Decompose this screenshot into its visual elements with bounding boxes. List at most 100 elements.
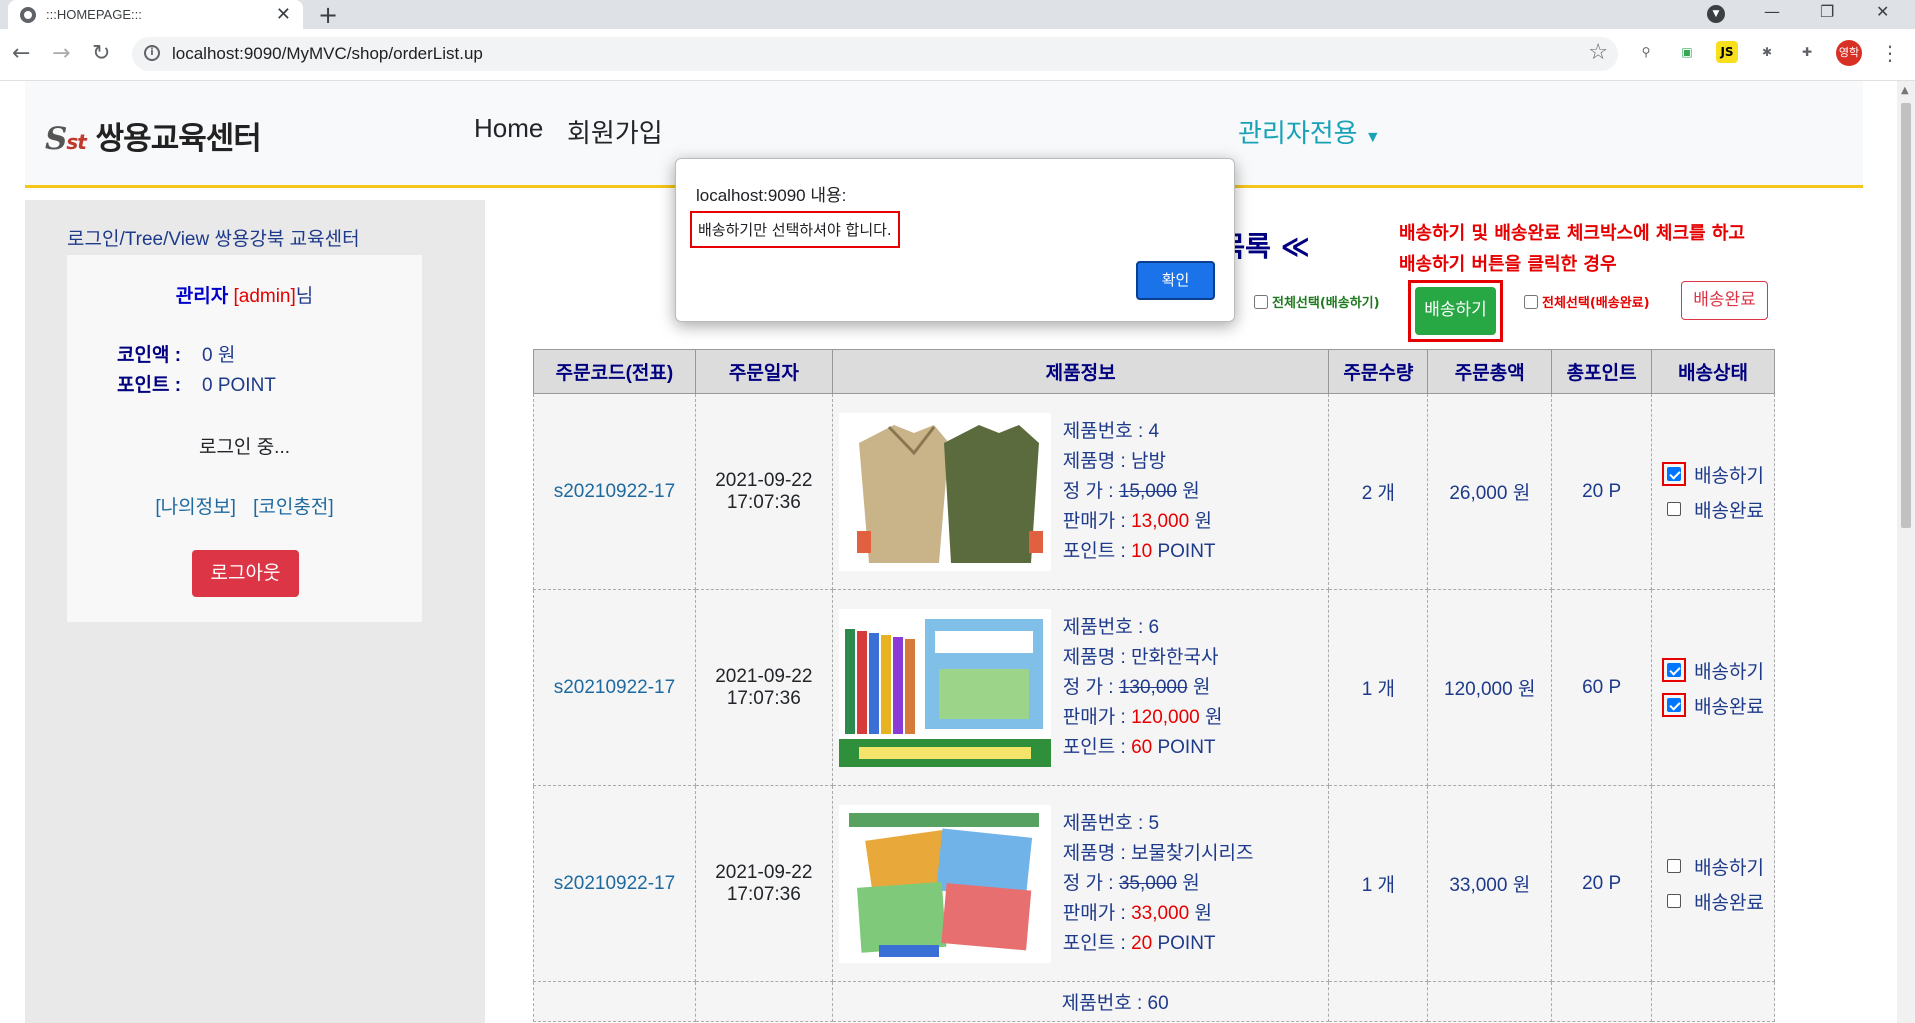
minimize-icon[interactable]: — (1764, 2, 1780, 21)
extensions-puzzle-icon[interactable]: ✚ (1796, 41, 1818, 63)
bookmark-star-icon[interactable]: ☆ (1588, 40, 1608, 65)
delivered-checkbox[interactable] (1667, 502, 1682, 516)
browser-tab[interactable]: :::HOMEPAGE::: ✕ (8, 0, 303, 29)
site-info-icon[interactable]: i (144, 45, 160, 61)
product-image[interactable] (838, 804, 1051, 963)
ship-status: 배송하기 배송완료 (1651, 589, 1775, 786)
won-unit: 원 (1192, 676, 1211, 698)
list-price-label: 정 가 : (1062, 872, 1114, 894)
order-date-day: 2021-09-22 (715, 469, 813, 491)
url-text: localhost:9090/MyMVC/shop/orderList.up (172, 44, 483, 63)
dialog-ok-button[interactable]: 확인 (1136, 261, 1215, 300)
product-image[interactable] (838, 412, 1051, 571)
back-icon[interactable]: ← (12, 41, 30, 66)
menu-signup[interactable]: 회원가입 (567, 113, 663, 150)
sale-price-value: 13,000 (1131, 510, 1190, 532)
table-row: s20210922-17 2021-09-22 17:07:36 제품번호 : … (533, 785, 1775, 982)
ship-option[interactable]: 배송하기 (1662, 461, 1774, 488)
ship-option-label: 배송하기 (1694, 661, 1764, 683)
delivered-option[interactable]: 배송완료 (1662, 888, 1774, 915)
won-unit: 원 (1194, 510, 1212, 532)
user-greeting: 관리자 [admin]님 (67, 281, 422, 308)
extension-search-icon[interactable]: ⚲ (1635, 41, 1657, 63)
annotation-line-1: 배송하기 및 배송완료 체크박스에 체크를 하고 (1399, 223, 1745, 244)
ship-option[interactable]: 배송하기 (1662, 657, 1774, 684)
delivered-checkbox[interactable] (1667, 894, 1682, 908)
table-header-row: 주문코드(전표) 주문일자 제품정보 주문수량 주문총액 총포인트 배송상태 (533, 349, 1775, 394)
new-tab-icon[interactable]: + (318, 1, 338, 29)
browser-menu-icon[interactable]: ⋮ (1880, 41, 1900, 65)
scrollbar-thumb[interactable] (1901, 103, 1911, 528)
select-all-done-checkbox[interactable] (1524, 294, 1538, 309)
sale-price-label: 판매가 : (1062, 510, 1126, 532)
site-logo[interactable]: Sst 쌍용교육센터 (45, 113, 262, 158)
ship-checkbox[interactable] (1667, 859, 1682, 873)
address-bar[interactable]: i localhost:9090/MyMVC/shop/orderList.up… (132, 37, 1618, 71)
table-row: s20210922-17 2021-09-22 17:07:36 제품번호 : … (533, 589, 1775, 786)
user-id: [admin] (233, 286, 296, 307)
product-point-value: 20 (1131, 932, 1153, 954)
won-unit: 원 (1205, 706, 1223, 728)
list-price: 정 가 : 15,000 원 (1063, 477, 1216, 507)
my-info-link[interactable]: [나의정보] (155, 497, 235, 518)
product-number: 제품번호 : 60 (1061, 993, 1169, 1014)
extension-screen-icon[interactable]: ▣ (1676, 41, 1698, 63)
logout-button[interactable]: 로그아웃 (192, 550, 299, 597)
forward-icon[interactable]: → (52, 41, 70, 66)
order-date: 2021-09-22 17:07:36 (694, 785, 833, 982)
extension-bug-icon[interactable]: ✱ (1756, 41, 1778, 63)
ship-checkbox[interactable] (1667, 663, 1682, 677)
list-price: 정 가 : 35,000 원 (1063, 869, 1254, 899)
tab-search-icon[interactable]: ▼ (1707, 5, 1725, 23)
list-price: 정 가 : 130,000 원 (1063, 673, 1223, 703)
product-name: 제품명 : 보물찾기시리즈 (1062, 842, 1254, 864)
select-all-done[interactable]: 전체선택(배송완료) (1524, 292, 1650, 311)
delivered-button[interactable]: 배송완료 (1681, 281, 1768, 320)
sale-price-value: 120,000 (1131, 706, 1200, 728)
reload-icon[interactable]: ↻ (92, 41, 110, 66)
restore-icon[interactable]: ❐ (1820, 2, 1834, 21)
product-number: 제품번호 : 6 (1062, 616, 1160, 638)
ship-option-label: 배송하기 (1694, 465, 1764, 487)
scroll-up-icon[interactable]: ▲ (1901, 85, 1909, 96)
delivered-checkbox[interactable] (1667, 698, 1682, 712)
dialog-message: 배송하기만 선택하셔야 합니다. (690, 211, 900, 248)
ship-button[interactable]: 배송하기 (1415, 287, 1496, 335)
caret-down-icon: ▼ (1364, 129, 1381, 146)
select-all-ship[interactable]: 전체선택(배송하기) (1254, 292, 1380, 311)
col-total: 주문총액 (1427, 349, 1553, 394)
table-row: s20210922-17 2021-09-22 17:07:36 제품번호 : … (533, 393, 1775, 590)
menu-admin[interactable]: 관리자전용 ▼ (1238, 113, 1381, 150)
coin-charge-link[interactable]: [코인충전] (253, 497, 333, 518)
extension-js-icon[interactable]: JS (1716, 41, 1738, 63)
ship-checkbox[interactable] (1667, 467, 1682, 481)
delivered-option[interactable]: 배송완료 (1662, 496, 1774, 523)
order-date-day: 2021-09-22 (715, 665, 813, 687)
close-tab-icon[interactable]: ✕ (276, 4, 291, 25)
ship-option[interactable]: 배송하기 (1662, 853, 1774, 880)
won-unit: 원 (1182, 872, 1200, 894)
ship-status: 배송하기 배송완료 (1651, 393, 1775, 590)
order-code-link[interactable]: s20210922-17 (533, 785, 696, 982)
sidebar-links: [나의정보] [코인충전] (67, 492, 422, 519)
order-code-link[interactable]: s20210922-17 (533, 393, 696, 590)
coin-label: 코인액 : (117, 345, 182, 366)
product-point-label: 포인트 : (1062, 932, 1126, 954)
sale-price-label: 판매가 : (1062, 706, 1126, 728)
menu-home[interactable]: Home (474, 113, 543, 144)
ship-option-label: 배송하기 (1694, 857, 1764, 879)
table-row: 제품번호 : 60 (533, 981, 1775, 1022)
window-close-icon[interactable]: ✕ (1876, 2, 1889, 21)
product-name: 제품명 : 남방 (1062, 450, 1167, 472)
product-point-value: 10 (1131, 540, 1153, 562)
delivered-option[interactable]: 배송완료 (1662, 692, 1774, 719)
menu-admin-label: 관리자전용 (1238, 118, 1358, 148)
won-unit: 원 (1182, 480, 1200, 502)
page-scrollbar[interactable]: ▲ (1897, 81, 1915, 1023)
col-order-date: 주문일자 (694, 349, 833, 394)
order-code-link[interactable]: s20210922-17 (533, 589, 696, 786)
profile-avatar[interactable]: 영학 (1836, 40, 1862, 66)
select-all-ship-checkbox[interactable] (1254, 294, 1268, 309)
product-image[interactable] (838, 608, 1051, 767)
product-point: 포인트 : 10 POINT (1063, 537, 1216, 567)
